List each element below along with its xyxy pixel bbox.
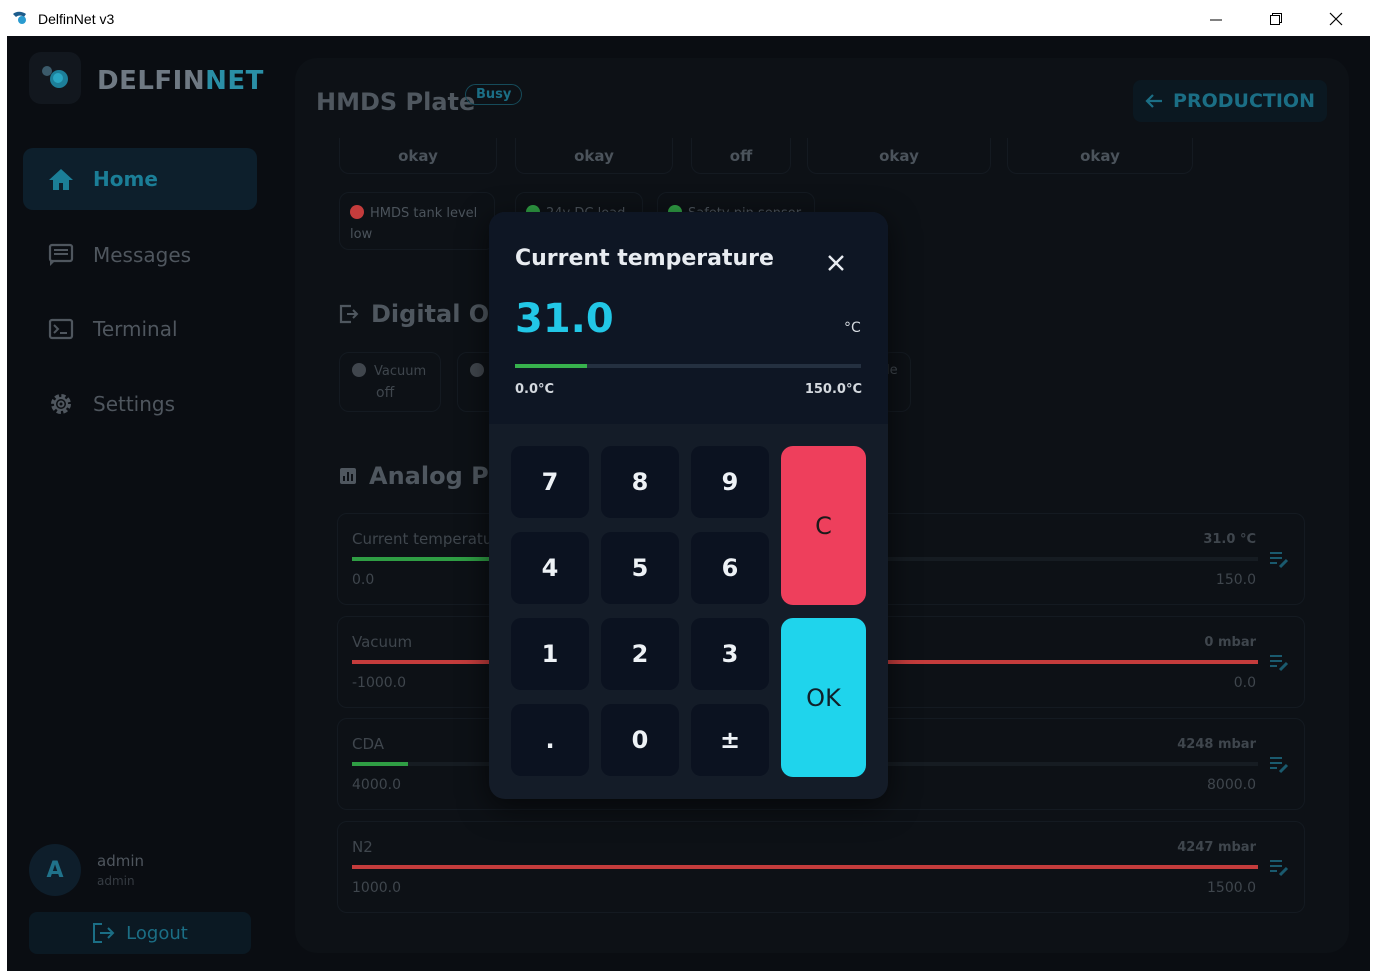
- digital-output-vacuum[interactable]: Vacuum off: [339, 352, 441, 412]
- user-name: admin: [97, 852, 144, 870]
- key-6[interactable]: 6: [691, 532, 769, 604]
- output-icon: [339, 304, 359, 324]
- restore-button[interactable]: [1256, 6, 1296, 32]
- brand-name: DELFINNET: [97, 66, 264, 96]
- status-dot: [350, 205, 364, 219]
- status-card: okay: [1007, 138, 1193, 174]
- ok-button[interactable]: OK: [781, 618, 866, 777]
- home-icon: [47, 165, 75, 193]
- chart-icon: [340, 468, 356, 484]
- close-icon: [828, 255, 844, 271]
- key-4[interactable]: 4: [511, 532, 589, 604]
- status-dot: [352, 363, 366, 377]
- key-0[interactable]: 0: [601, 704, 679, 776]
- range-track: [515, 364, 861, 368]
- sidebar-item-messages[interactable]: Messages: [23, 224, 257, 286]
- sidebar-item-label: Settings: [93, 392, 176, 416]
- analog-bar-fill: [352, 865, 1258, 869]
- dialog-close-button[interactable]: [825, 252, 847, 274]
- edit-icon[interactable]: [1268, 653, 1290, 673]
- user-role: admin: [97, 874, 135, 888]
- gear-icon: [47, 390, 75, 418]
- dialog-header: Current temperature 31.0 °C 0.0°C 150.0°…: [489, 212, 888, 424]
- analog-bar-fill: [352, 762, 409, 766]
- key-2[interactable]: 2: [601, 618, 679, 690]
- numeric-input-dialog: Current temperature 31.0 °C 0.0°C 150.0°…: [489, 212, 888, 799]
- arrow-left-icon: [1145, 94, 1163, 108]
- analog-row-n2: N2 4247 mbar 1000.0 1500.0: [337, 821, 1305, 913]
- status-card: okay: [339, 138, 497, 174]
- status-card: okay: [515, 138, 673, 174]
- sidebar-item-terminal[interactable]: Terminal: [23, 298, 257, 360]
- digital-outputs-heading: Digital Ou: [339, 300, 506, 328]
- sidebar-item-label: Terminal: [93, 317, 178, 341]
- key-8[interactable]: 8: [601, 446, 679, 518]
- key-3[interactable]: 3: [691, 618, 769, 690]
- key-7[interactable]: 7: [511, 446, 589, 518]
- logout-icon: [93, 923, 115, 943]
- unit-label: °C: [844, 320, 861, 336]
- clear-button[interactable]: C: [781, 446, 866, 605]
- key-plus-minus[interactable]: ±: [691, 704, 769, 776]
- sidebar-item-settings[interactable]: Settings: [23, 373, 257, 435]
- terminal-icon: [47, 315, 75, 343]
- minimize-icon: [1210, 19, 1222, 21]
- sidebar-item-label: Messages: [93, 243, 192, 267]
- restore-icon: [1270, 13, 1282, 25]
- key-1[interactable]: 1: [511, 618, 589, 690]
- page-title: HMDS Plate: [316, 88, 476, 116]
- key-decimal[interactable]: .: [511, 704, 589, 776]
- dolphin-logo-icon: [42, 66, 68, 88]
- brand-logo: [29, 52, 81, 104]
- status-badge: Busy: [465, 84, 523, 105]
- app-icon: [13, 11, 26, 24]
- sidebar-item-home[interactable]: Home: [23, 148, 257, 210]
- edit-icon[interactable]: [1268, 755, 1290, 775]
- analog-parameters-heading: Analog Pa: [339, 462, 504, 490]
- sensor-card-hmds-tank: HMDS tank level low: [339, 192, 495, 250]
- logout-label: Logout: [126, 922, 188, 944]
- production-label: PRODUCTION: [1173, 90, 1315, 112]
- dialog-title: Current temperature: [515, 246, 774, 271]
- range-fill: [515, 364, 587, 368]
- minimize-button[interactable]: [1196, 6, 1236, 32]
- status-card: off: [691, 138, 791, 174]
- sidebar-item-label: Home: [93, 167, 158, 191]
- edit-icon[interactable]: [1268, 550, 1290, 570]
- key-9[interactable]: 9: [691, 446, 769, 518]
- production-button[interactable]: PRODUCTION: [1133, 80, 1327, 122]
- status-dot: [470, 363, 484, 377]
- edit-icon[interactable]: [1268, 858, 1290, 878]
- window-title: DelfinNet v3: [38, 11, 115, 27]
- range-max-label: 150.0°C: [804, 382, 862, 397]
- range-min-label: 0.0°C: [515, 382, 555, 397]
- logout-button[interactable]: Logout: [29, 912, 251, 954]
- messages-icon: [47, 241, 75, 269]
- status-card: okay: [807, 138, 991, 174]
- window-titlebar: DelfinNet v3: [0, 0, 1373, 36]
- close-icon: [1329, 12, 1343, 26]
- key-5[interactable]: 5: [601, 532, 679, 604]
- current-value-display: 31.0: [515, 296, 614, 342]
- avatar: A: [29, 844, 81, 896]
- close-window-button[interactable]: [1316, 6, 1356, 32]
